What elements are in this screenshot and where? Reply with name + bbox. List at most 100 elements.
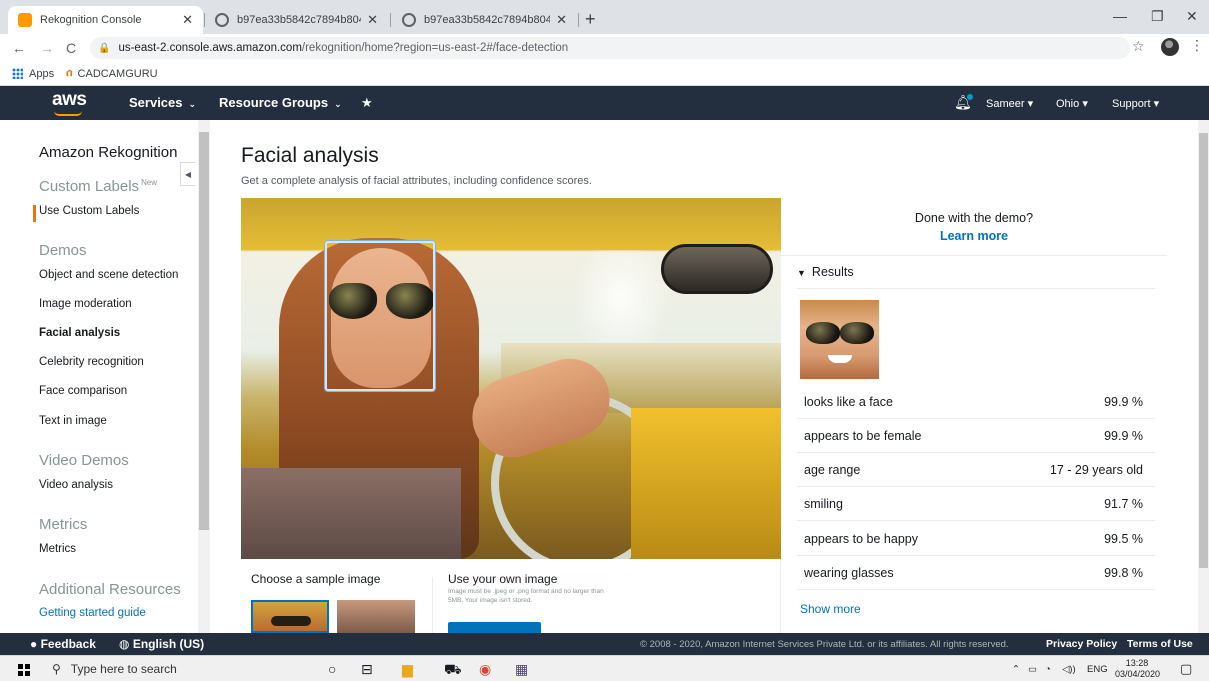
notifications-icon[interactable]: ▢ <box>1180 661 1192 677</box>
result-row: appears to be happy 99.5 % <box>797 522 1155 556</box>
show-hidden-icons-icon[interactable]: ⌃ <box>1012 664 1020 675</box>
app-icon[interactable]: ▦ <box>515 661 528 678</box>
browser-tab-strip: Rekognition Console ✕ b97ea33b5842c7894b… <box>0 0 1209 34</box>
result-label: age range <box>804 462 861 477</box>
restore-icon[interactable]: ❐ <box>1151 8 1164 25</box>
close-window-icon[interactable]: ✕ <box>1186 8 1198 25</box>
task-view-icon[interactable]: ⊟ <box>361 661 373 678</box>
upload-note: Image must be .jpeg or .png format and n… <box>448 588 604 604</box>
clock-date: 03/04/2020 <box>1115 669 1161 679</box>
support-menu[interactable]: Support ▾ <box>1112 97 1159 110</box>
browser-menu-icon[interactable]: ⋮ <box>1190 37 1204 54</box>
video-demos-heading: Video Demos <box>39 452 129 469</box>
sample-image-1[interactable] <box>251 600 329 633</box>
sidebar-item-object-scene[interactable]: Object and scene detection <box>39 269 178 281</box>
resource-groups-menu[interactable]: Resource Groups ⌄ <box>219 95 342 110</box>
divider <box>432 577 433 633</box>
battery-icon[interactable]: ▭ <box>1028 664 1037 675</box>
result-value: 99.9 % <box>1104 428 1143 443</box>
clock-time: 13:28 <box>1125 658 1149 668</box>
chrome-icon[interactable]: ◉ <box>479 661 491 678</box>
sidebar-item-celebrity-recognition[interactable]: Celebrity recognition <box>39 356 144 368</box>
language-indicator[interactable]: ENG <box>1087 664 1108 675</box>
profile-avatar[interactable] <box>1161 38 1179 56</box>
minimize-icon[interactable]: — <box>1113 8 1127 24</box>
sidebar-item-video-analysis[interactable]: Video analysis <box>39 479 113 491</box>
collapse-sidebar-button[interactable]: ◀ <box>180 162 195 186</box>
feedback-label: Feedback <box>40 637 96 651</box>
search-placeholder: Type here to search <box>70 662 177 676</box>
globe-icon <box>402 13 416 27</box>
forward-icon[interactable]: → <box>40 40 54 56</box>
close-tab-icon[interactable]: ✕ <box>182 12 193 28</box>
volume-icon[interactable]: ◁)) <box>1062 664 1076 675</box>
sample-image-2[interactable] <box>337 600 415 633</box>
user-menu[interactable]: Sameer ▾ <box>986 97 1033 110</box>
sidebar-item-text-in-image[interactable]: Text in image <box>39 415 107 427</box>
metrics-heading: Metrics <box>39 516 88 533</box>
result-value: 99.5 % <box>1104 531 1143 546</box>
close-tab-icon[interactable]: ✕ <box>556 12 567 28</box>
aws-logo-smile-icon <box>54 111 82 116</box>
globe-icon: ◍ <box>119 637 130 651</box>
sidebar-item-use-custom-labels[interactable]: Use Custom Labels <box>39 205 139 217</box>
use-own-image-label: Use your own image <box>448 572 558 586</box>
new-tab-icon[interactable]: + <box>585 9 596 30</box>
sidebar-item-facial-analysis[interactable]: Facial analysis <box>39 327 120 339</box>
pin-icon[interactable]: ★ <box>361 95 373 111</box>
additional-resources-heading: Additional Resources <box>39 581 181 598</box>
sidebar-item-image-moderation[interactable]: Image moderation <box>39 298 132 310</box>
bookmark-star-icon[interactable]: ☆ <box>1132 38 1145 55</box>
show-more-link[interactable]: Show more <box>800 602 861 616</box>
close-tab-icon[interactable]: ✕ <box>367 12 378 28</box>
file-explorer-icon[interactable]: ▆ <box>402 661 413 678</box>
tab-second[interactable]: b97ea33b5842c7894b804923c6c ✕ <box>205 6 388 34</box>
sidebar-scrollbar-thumb[interactable] <box>199 132 209 530</box>
sidebar-item-metrics[interactable]: Metrics <box>39 543 76 555</box>
sidebar-title[interactable]: Amazon Rekognition <box>39 144 177 161</box>
active-item-indicator <box>33 205 36 222</box>
url-input[interactable]: 🔒 us-east-2.console.aws.amazon.com/rekog… <box>90 37 1130 59</box>
search-icon: ⚲ <box>52 662 61 676</box>
back-icon[interactable]: ← <box>12 40 26 56</box>
results-toggle[interactable]: ▼ Results <box>797 265 854 279</box>
tab-rekognition-console[interactable]: Rekognition Console ✕ <box>8 6 203 34</box>
page-scrollbar-thumb[interactable] <box>1199 133 1208 568</box>
store-icon[interactable]: ⛟ <box>444 661 462 680</box>
chevron-down-icon: ⌄ <box>334 99 342 109</box>
bookmark-apps[interactable]: Apps <box>12 68 54 80</box>
services-menu[interactable]: Services ⌄ <box>129 95 196 110</box>
rearview-mirror <box>661 244 773 294</box>
wifi-icon[interactable]: ◔ <box>1045 664 1051 675</box>
taskbar-search-input[interactable]: ⚲ Type here to search <box>52 658 298 680</box>
custom-labels-label: Custom Labels <box>39 178 140 195</box>
caret-down-icon: ▾ <box>1153 98 1160 110</box>
caret-down-icon: ▾ <box>1082 98 1088 110</box>
language-label: English (US) <box>132 637 205 651</box>
language-button[interactable]: ◍ English (US) <box>119 637 204 651</box>
cortana-icon[interactable]: ○ <box>328 661 336 677</box>
sidebar-item-face-comparison[interactable]: Face comparison <box>39 385 127 397</box>
windows-start-icon[interactable] <box>18 664 30 676</box>
caret-down-icon: ▼ <box>797 268 806 278</box>
tab-title: Rekognition Console <box>40 14 142 26</box>
cadcamguru-icon: ሰ <box>66 67 73 79</box>
privacy-policy-link[interactable]: Privacy Policy <box>1046 638 1117 650</box>
terms-of-use-link[interactable]: Terms of Use <box>1127 638 1193 650</box>
reload-icon[interactable]: C <box>66 40 76 56</box>
taskbar-clock[interactable]: 13:28 03/04/2020 <box>1115 658 1161 680</box>
shirt <box>241 468 461 559</box>
lock-icon: 🔒 <box>98 42 111 54</box>
caret-left-icon: ◀ <box>184 169 192 179</box>
result-label: appears to be female <box>804 428 922 443</box>
face-bounding-box[interactable] <box>325 241 435 391</box>
upload-button[interactable] <box>448 622 541 633</box>
bookmark-cadcamguru[interactable]: ሰ CADCAMGURU <box>66 67 158 80</box>
aws-logo[interactable]: aws <box>52 89 87 111</box>
feedback-button[interactable]: ● Feedback <box>30 637 96 651</box>
region-menu[interactable]: Ohio ▾ <box>1056 97 1088 110</box>
sidebar-item-getting-started[interactable]: Getting started guide <box>39 607 146 619</box>
aws-favicon-icon <box>18 13 32 27</box>
tab-third[interactable]: b97ea33b5842c7894b804923c6c ✕ <box>392 6 577 34</box>
learn-more-link[interactable]: Learn more <box>781 229 1167 243</box>
